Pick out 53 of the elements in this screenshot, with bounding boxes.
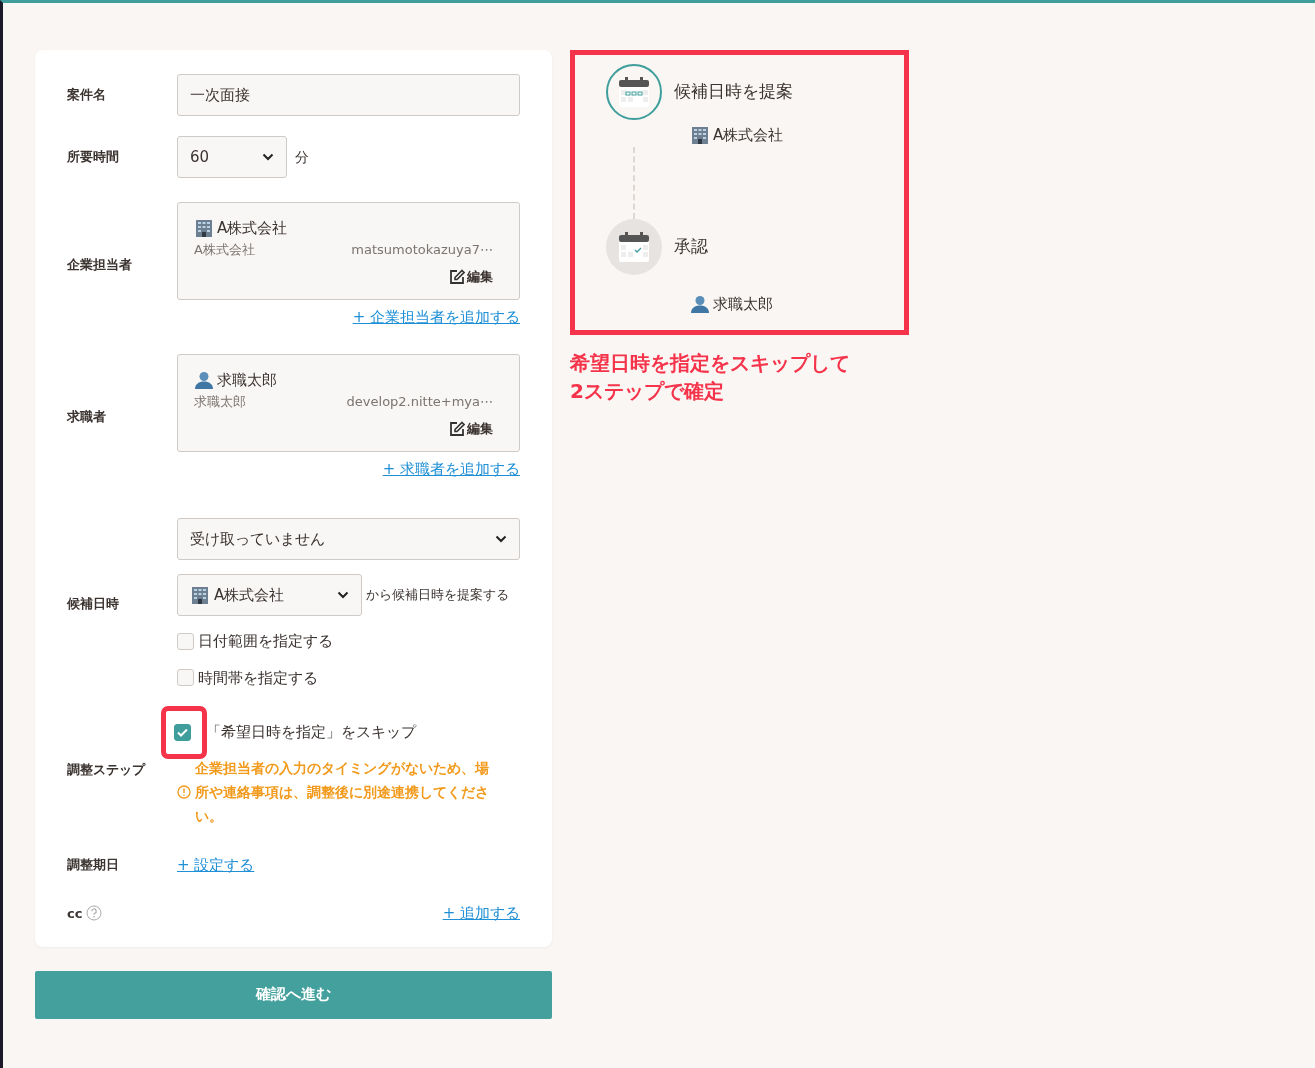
field-label: 案件名 xyxy=(67,86,106,105)
chevron-down-icon xyxy=(337,591,349,599)
field-label: 調整期日 xyxy=(67,856,119,874)
calendar-icon xyxy=(617,230,651,263)
chevron-down-icon xyxy=(495,535,507,543)
warning-icon xyxy=(177,784,191,799)
person-icon xyxy=(690,293,710,314)
proposer-select[interactable]: A株式会社 xyxy=(177,574,362,616)
contact-name: A株式会社 xyxy=(217,218,288,239)
contact-organization: 求職太郎 xyxy=(194,392,246,411)
status-select[interactable]: 受け取っていません xyxy=(177,518,520,560)
field-label: cc xyxy=(67,904,83,923)
checkbox-label: 「希望日時を指定」をスキップ xyxy=(206,722,416,743)
field-label: 企業担当者 xyxy=(67,256,132,275)
checkbox[interactable] xyxy=(177,632,194,650)
step-actor: A株式会社 xyxy=(713,125,784,146)
building-icon xyxy=(190,585,210,605)
step-title: 候補日時を提案 xyxy=(674,80,793,104)
person-icon xyxy=(194,370,214,391)
building-icon xyxy=(194,218,214,239)
checkbox-label: 時間帯を指定する xyxy=(198,667,318,689)
add-link[interactable]: + 追加する xyxy=(442,902,520,925)
field-label: 求職者 xyxy=(67,408,106,427)
checkbox[interactable] xyxy=(177,669,194,687)
field-label: 所要時間 xyxy=(67,148,119,167)
warning-text: 企業担当者の入力のタイミングがないため、場所や連絡事項は、調整後に別途連携してください。 xyxy=(195,758,490,826)
edit-button[interactable]: 編集 xyxy=(449,267,493,287)
contact-email: develop2.nitte+mya⋯ xyxy=(346,392,493,411)
step-title: 承認 xyxy=(674,234,708,258)
edit-icon xyxy=(449,420,465,437)
duration-select[interactable]: 60 xyxy=(177,136,287,178)
contact-name: 求職太郎 xyxy=(217,370,277,391)
edit-icon xyxy=(449,268,465,285)
contact-email: matsumotokazuya7⋯ xyxy=(351,240,493,259)
add-link[interactable]: + 求職者を追加する xyxy=(382,457,520,480)
proposer-suffix: から候補日時を提案する xyxy=(366,586,509,605)
building-icon xyxy=(690,125,710,146)
set-link[interactable]: + 設定する xyxy=(177,853,255,876)
check-icon xyxy=(177,728,188,737)
edit-button[interactable]: 編集 xyxy=(449,419,493,439)
field-label: 調整ステップ xyxy=(67,760,145,779)
field-label: 候補日時 xyxy=(67,594,119,613)
step-actor: 求職太郎 xyxy=(713,293,773,315)
text-input[interactable]: 一次面接 xyxy=(177,74,520,116)
add-link[interactable]: + 企業担当者を追加する xyxy=(352,305,520,328)
calendar-icon xyxy=(617,76,651,108)
checkbox-label: 日付範囲を指定する xyxy=(198,631,333,652)
help-icon xyxy=(86,905,103,922)
contact-organization: A株式会社 xyxy=(194,240,255,259)
annotation-text: 希望日時を指定をスキップして 2ステップで確定 xyxy=(570,350,851,405)
chevron-down-icon xyxy=(262,153,274,161)
checkbox[interactable] xyxy=(174,724,191,741)
unit-label: 分 xyxy=(295,147,309,167)
